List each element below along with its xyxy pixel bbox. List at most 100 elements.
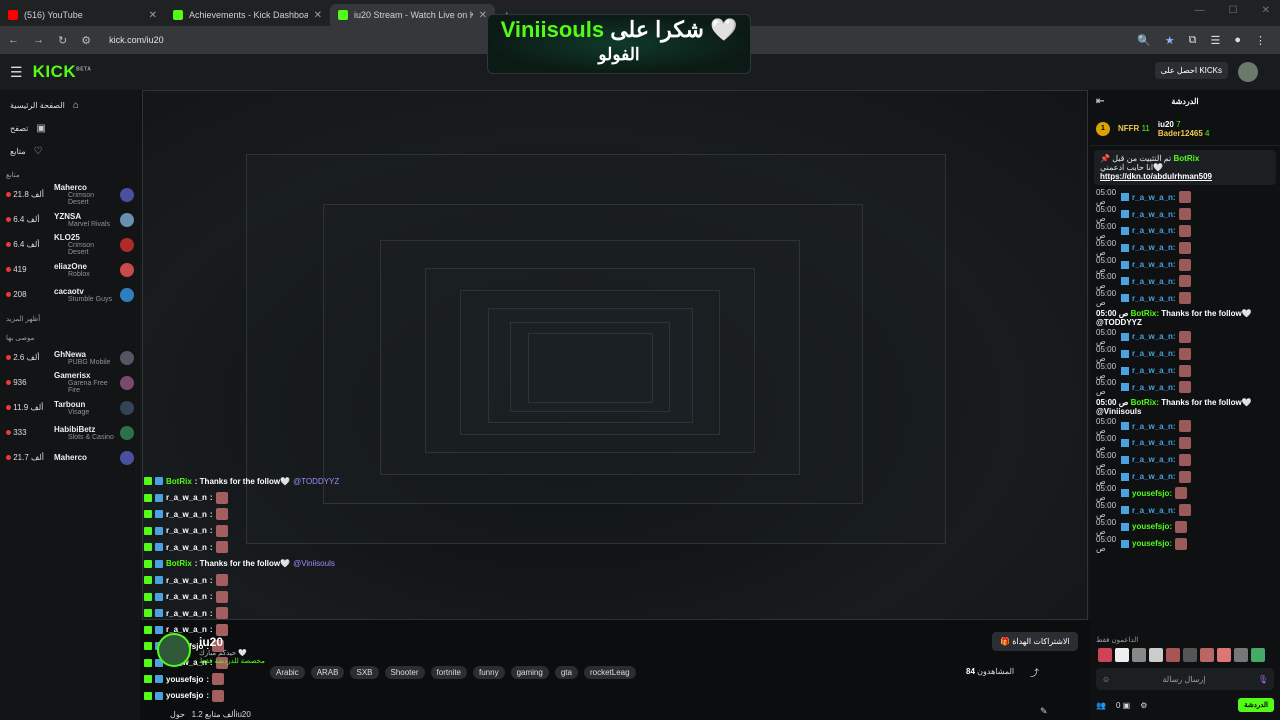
chat-input[interactable]: ☺ إرسال رسالة 🎙 bbox=[1096, 668, 1274, 690]
user-avatar[interactable] bbox=[1238, 62, 1258, 82]
stream-tag[interactable]: gta bbox=[554, 666, 578, 679]
message-user[interactable]: r_a_w_a_n: bbox=[1132, 472, 1176, 481]
zoom-icon[interactable]: 🔍 bbox=[1137, 34, 1151, 47]
message-user[interactable]: r_a_w_a_n: bbox=[1132, 438, 1176, 447]
emote[interactable] bbox=[1217, 648, 1231, 662]
hamburger-menu-icon[interactable]: ☰ bbox=[10, 64, 23, 81]
settings-icon[interactable]: ⚙ bbox=[1140, 701, 1147, 710]
emote[interactable] bbox=[1183, 648, 1197, 662]
emote[interactable] bbox=[1115, 648, 1129, 662]
sidebar-channel[interactable]: 2.6 ألف GhNewa PUBG Mobile bbox=[0, 345, 140, 370]
emote[interactable] bbox=[1098, 648, 1112, 662]
bookmark-star-icon[interactable]: ★ bbox=[1165, 34, 1175, 47]
sidebar-channel[interactable]: 419 eliazOne Roblox bbox=[0, 257, 140, 282]
message-user[interactable]: r_a_w_a_n: bbox=[1132, 260, 1176, 269]
message-user[interactable]: r_a_w_a_n: bbox=[1132, 506, 1176, 515]
stream-tag[interactable]: Shooter bbox=[384, 666, 425, 679]
sidebar-channel[interactable]: 333 HabibiBetz Slots & Casino bbox=[0, 420, 140, 445]
tab-youtube[interactable]: (516) YouTube ✕ bbox=[0, 4, 165, 26]
stream-tag[interactable]: fortnite bbox=[430, 666, 467, 679]
share-icon[interactable]: ⤴ bbox=[1030, 666, 1039, 679]
users-icon[interactable]: 👥 bbox=[1096, 701, 1106, 710]
sidebar-channel[interactable]: 21.8 ألف Maherco Crimson Desert bbox=[0, 182, 140, 207]
emote[interactable] bbox=[1251, 648, 1265, 662]
pinned-link[interactable]: https://dkn.to/abdulrhman509 bbox=[1100, 172, 1212, 181]
streamer-name[interactable]: iu20 bbox=[199, 635, 265, 649]
maximize-icon[interactable]: ☐ bbox=[1229, 5, 1238, 16]
sidebar-item-browse[interactable]: ▣ تصفح bbox=[0, 117, 140, 140]
send-chat-button[interactable]: الدردشة bbox=[1238, 698, 1274, 712]
sidebar-channel[interactable]: 208 cacaotv Stumble Guys bbox=[0, 282, 140, 307]
stream-tag[interactable]: ARAB bbox=[310, 666, 345, 679]
message-user[interactable]: BotRix: bbox=[1131, 398, 1159, 407]
mic-icon[interactable]: 🎙 bbox=[1258, 675, 1268, 684]
message-user[interactable]: r_a_w_a_n: bbox=[1132, 277, 1176, 286]
channel-viewers: 6.4 ألف bbox=[6, 240, 50, 249]
get-kicks-button[interactable]: احصل على KICKs bbox=[1154, 62, 1228, 79]
tab-kick-dashboard[interactable]: Achievements - Kick Dashboard ✕ bbox=[165, 4, 330, 26]
stream-category[interactable]: مخصصة للدردشة فقط bbox=[199, 657, 265, 665]
stream-tag[interactable]: rocketLeag bbox=[583, 666, 636, 679]
sidebar-channel[interactable]: 11.9 ألف Tarboun Visage bbox=[0, 395, 140, 420]
emoji-icon[interactable]: ☺ bbox=[1102, 675, 1110, 684]
sidebar-item-following[interactable]: ♡ متابع bbox=[0, 140, 140, 163]
message-user[interactable]: r_a_w_a_n: bbox=[1132, 366, 1176, 375]
message-user[interactable]: r_a_w_a_n: bbox=[1132, 243, 1176, 252]
message-user[interactable]: r_a_w_a_n: bbox=[1132, 210, 1176, 219]
extensions-icon[interactable]: ⧉ bbox=[1189, 34, 1197, 47]
message-user[interactable]: r_a_w_a_n: bbox=[1132, 383, 1176, 392]
badge-icon bbox=[144, 675, 152, 684]
emote[interactable] bbox=[1149, 648, 1163, 662]
minimize-icon[interactable]: — bbox=[1195, 5, 1205, 16]
sidebar-item-home[interactable]: ⌂ الصفحة الرئيسية bbox=[0, 94, 140, 117]
message-user[interactable]: r_a_w_a_n: bbox=[1132, 349, 1176, 358]
kick-logo[interactable]: KICKBETA bbox=[33, 62, 92, 82]
emote[interactable] bbox=[1200, 648, 1214, 662]
channel-avatar bbox=[120, 350, 134, 365]
message-user[interactable]: r_a_w_a_n: bbox=[1132, 294, 1176, 303]
forward-icon[interactable]: → bbox=[33, 34, 44, 47]
close-icon[interactable]: ✕ bbox=[314, 10, 322, 21]
close-icon[interactable]: ✕ bbox=[479, 10, 487, 21]
stream-tag[interactable]: gaming bbox=[510, 666, 549, 679]
emote[interactable] bbox=[1132, 648, 1146, 662]
collapse-chat-icon[interactable]: ⇤ bbox=[1096, 96, 1104, 107]
gift-subs-button[interactable]: 🎁 الاشتراكات الهداة bbox=[992, 632, 1078, 651]
stream-tag[interactable]: Arabic bbox=[270, 666, 305, 679]
back-icon[interactable]: ← bbox=[8, 34, 19, 47]
message-user[interactable]: BotRix: bbox=[1131, 309, 1159, 318]
message-user[interactable]: yousefsjo: bbox=[1132, 539, 1172, 548]
message-user[interactable]: r_a_w_a_n: bbox=[1132, 422, 1176, 431]
pinned-user[interactable]: BotRix bbox=[1174, 154, 1200, 163]
tab-search-icon[interactable]: ☰ bbox=[1210, 34, 1220, 47]
stream-tag[interactable]: funny bbox=[473, 666, 505, 679]
sidebar-channel[interactable]: 936 Gamerisx Garena Free Fire bbox=[0, 370, 140, 395]
message-user[interactable]: r_a_w_a_n: bbox=[1132, 193, 1176, 202]
edit-icon[interactable]: ✎ bbox=[1040, 706, 1048, 717]
stream-tag[interactable]: SXB bbox=[350, 666, 379, 679]
close-window-icon[interactable]: ✕ bbox=[1262, 5, 1270, 16]
pin-icon[interactable]: 📌 bbox=[1100, 154, 1110, 163]
menu-icon[interactable]: ⋮ bbox=[1255, 34, 1266, 47]
show-more-link[interactable]: أظهر المزيد bbox=[0, 307, 140, 326]
message-user[interactable]: yousefsjo: bbox=[1132, 489, 1172, 498]
sidebar-channel[interactable]: 21.7 ألف Maherco bbox=[0, 445, 140, 470]
streamer-avatar[interactable] bbox=[157, 633, 191, 667]
message-user[interactable]: r_a_w_a_n: bbox=[1132, 332, 1176, 341]
emote[interactable] bbox=[1234, 648, 1248, 662]
message-user[interactable]: yousefsjo: bbox=[1132, 522, 1172, 531]
message-time: 05:00 ص bbox=[1096, 205, 1117, 224]
sidebar-channel[interactable]: 6.4 ألف YZNSA Marvel Rivals bbox=[0, 207, 140, 232]
sidebar-channel[interactable]: 6.4 ألف KLO25 Crimson Desert bbox=[0, 232, 140, 257]
site-info-icon[interactable]: ⚙ bbox=[81, 34, 91, 47]
overlay-chat-message: r_a_w_a_n : bbox=[140, 539, 390, 556]
tab-iu20-stream[interactable]: iu20 Stream - Watch Live on Kic ✕ bbox=[330, 4, 495, 26]
badge-icon bbox=[144, 510, 152, 519]
profile-icon[interactable]: ● bbox=[1234, 34, 1241, 47]
heart-icon: ♡ bbox=[33, 146, 43, 157]
reload-icon[interactable]: ↻ bbox=[58, 34, 67, 47]
emote[interactable] bbox=[1166, 648, 1180, 662]
message-user[interactable]: r_a_w_a_n: bbox=[1132, 455, 1176, 464]
close-icon[interactable]: ✕ bbox=[149, 10, 157, 21]
message-user[interactable]: r_a_w_a_n: bbox=[1132, 226, 1176, 235]
